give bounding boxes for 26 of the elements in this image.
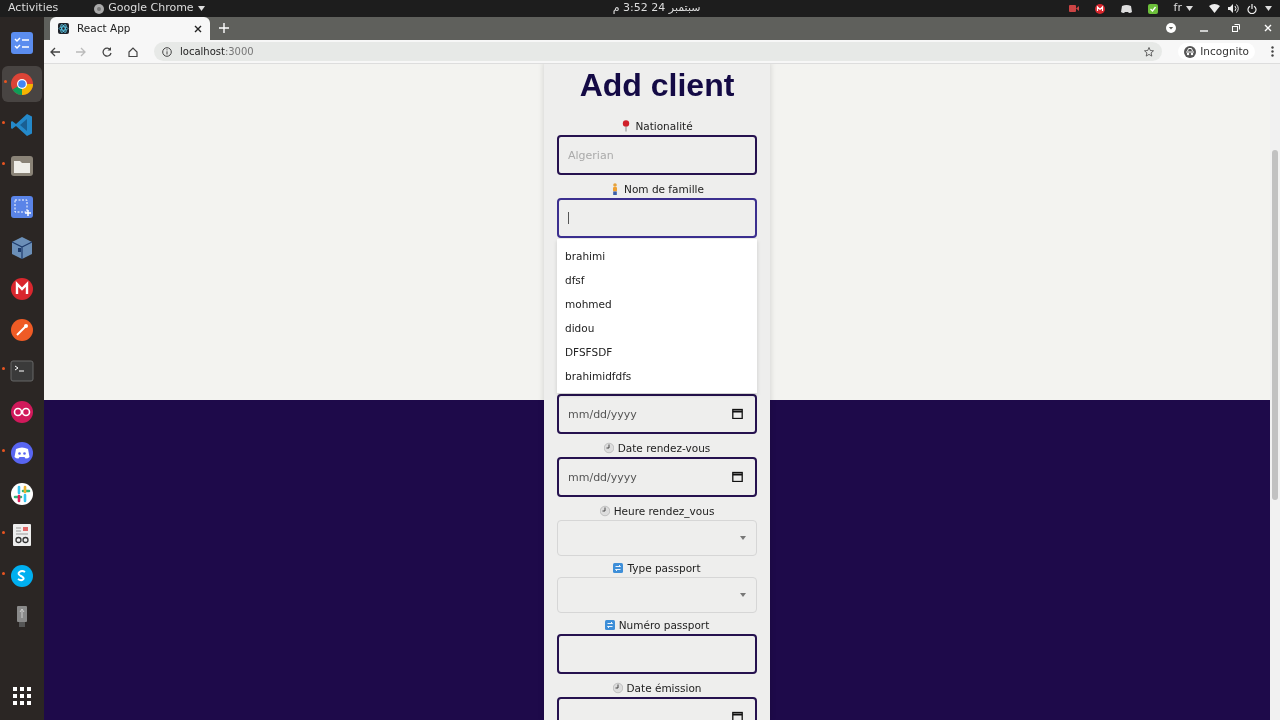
clock[interactable]: سبتمبر 24 3:52 م — [572, 0, 701, 17]
address-bar[interactable]: localhost:3000 — [154, 42, 1163, 61]
url-text: localhost:3000 — [180, 45, 254, 59]
field-label: Nationalité — [635, 119, 693, 133]
suggestion-item[interactable]: dfsf — [557, 268, 757, 292]
field-label: Date rendez-vous — [617, 441, 711, 455]
form-title: Add client — [579, 66, 735, 104]
date-field[interactable]: mm/dd/yyyy — [557, 394, 757, 434]
tab-title: React App — [77, 20, 132, 36]
suggestion-item[interactable]: DFSFSDF — [557, 340, 757, 364]
app-menu[interactable]: Google Chrome — [108, 0, 194, 17]
activities-button[interactable]: Activities — [8, 0, 59, 17]
field-label: Heure rendez_vous — [613, 504, 715, 518]
suggestion-item[interactable]: didou — [557, 316, 757, 340]
text-field[interactable]: Algerian — [557, 135, 757, 175]
language-menu[interactable]: fr — [1173, 0, 1182, 17]
suggestion-item[interactable]: mohmed — [557, 292, 757, 316]
browser-tab[interactable]: React App — [50, 17, 210, 40]
field-label: Type passport — [627, 561, 701, 575]
date-field[interactable]: mm/dd/yyyy — [557, 457, 757, 497]
suggestion-item[interactable]: brahimidfdfs — [557, 364, 757, 388]
field-label: Date émission — [626, 681, 702, 695]
incognito-button[interactable]: Incognito — [1178, 42, 1255, 61]
field-label: Nom de famille — [624, 182, 704, 196]
field-label: Numéro passport — [618, 618, 710, 632]
suggestion-item[interactable]: brahimi — [557, 244, 757, 268]
